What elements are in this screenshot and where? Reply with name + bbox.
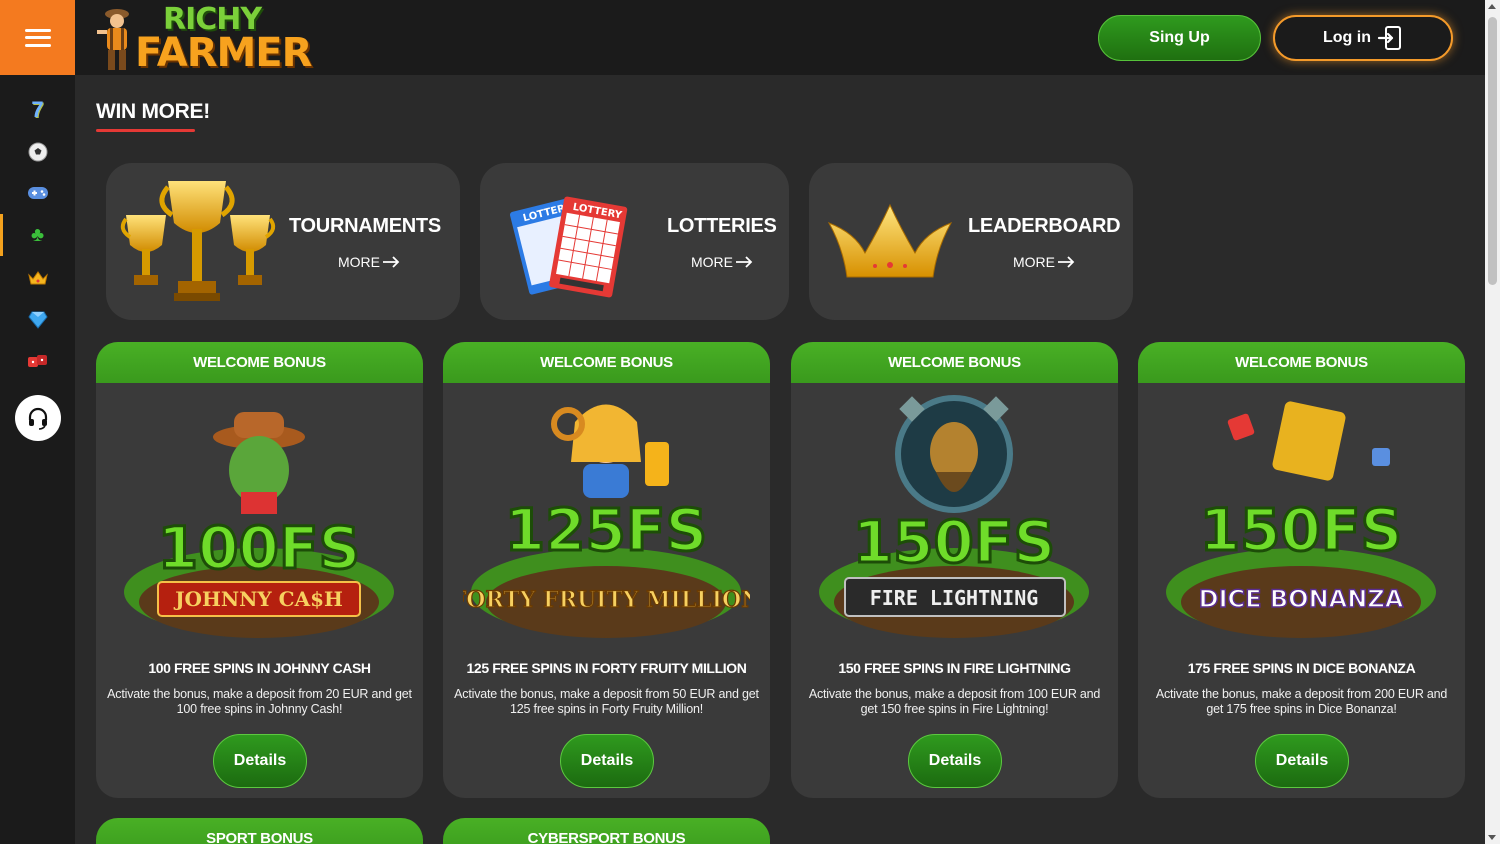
arrow-right-icon (383, 256, 400, 268)
log-in-label: Log in (1323, 29, 1371, 46)
more-label: MORE (1013, 254, 1055, 270)
bonus-card: WELCOME BONUS 150FS DICE BONANZA 175 FRE… (1138, 342, 1465, 798)
bonus-description: Activate the bonus, make a deposit from … (1155, 687, 1448, 716)
logo-word-farmer: FARMER (135, 30, 312, 76)
site-logo[interactable]: RICHY FARMER (95, 2, 312, 76)
bonus-card: WELCOME BONUS 150FS FIRE LIGHTNING 150 F… (791, 342, 1118, 798)
bonus-card-band: WELCOME BONUS (1138, 342, 1465, 383)
bonus-card: WELCOME BONUS 125FS FORTY FRUITY MILLION… (443, 342, 770, 798)
bonus-big-number: 150FS (1200, 496, 1402, 564)
bonus-game-logo: FORTY FRUITY MILLION (463, 587, 750, 613)
farmer-mascot-icon (97, 9, 129, 70)
promo-lotteries[interactable]: LOTTERY LOTTERY LOTTERIES MORE (480, 163, 789, 320)
scrollbar-thumb[interactable] (1488, 17, 1497, 285)
promo-leaderboard-title: LEADERBOARD (968, 215, 1121, 237)
arrow-right-icon (736, 256, 753, 268)
bonus-description: Activate the bonus, make a deposit from … (808, 687, 1101, 716)
bonus-card-band: WELCOME BONUS (791, 342, 1118, 383)
log-in-button[interactable]: Log in (1273, 15, 1453, 61)
bonus-game-logo: JOHNNY CA$H (173, 587, 343, 611)
promo-leaderboard-more-link[interactable]: MORE (1013, 254, 1075, 270)
sidebar-item-vip[interactable] (0, 260, 75, 296)
diamond-icon (27, 311, 48, 329)
promo-tournaments-title: TOURNAMENTS (289, 215, 441, 237)
bonus-game-artwork: 100FS JOHNNY CA$H (124, 412, 394, 638)
bonus-game-logo: FIRE LIGHTNING (870, 586, 1039, 610)
support-chat-button[interactable] (15, 395, 61, 441)
trophies-icon (120, 181, 276, 301)
scroll-down-arrow-icon[interactable] (1488, 835, 1496, 840)
bonus-card: WELCOME BONUS 100FS JOHNNY CA$H 100 FREE… (96, 342, 423, 798)
bonus-details-button[interactable]: Details (1255, 734, 1349, 788)
more-label: MORE (691, 254, 733, 270)
bonus-title: 175 FREE SPINS IN DICE BONANZA (1187, 660, 1416, 676)
sidebar-item-slots[interactable]: 7 (0, 92, 75, 128)
bonus-game-artwork: 150FS DICE BONANZA (1166, 401, 1436, 638)
hamburger-icon (24, 28, 51, 47)
bonus-description: Activate the bonus, make a deposit from … (107, 687, 412, 716)
promo-tournaments-more-link[interactable]: MORE (338, 254, 400, 270)
section-title: WIN MORE! (96, 100, 210, 123)
sign-up-button[interactable]: Sing Up (1098, 15, 1261, 61)
sidebar-item-sports[interactable] (0, 134, 75, 170)
page-scrollbar[interactable] (1485, 0, 1500, 844)
hamburger-menu-button[interactable] (0, 0, 75, 75)
bonus-title: 150 FREE SPINS IN FIRE LIGHTNING (838, 660, 1071, 676)
promo-leaderboard[interactable]: LEADERBOARD MORE (809, 163, 1133, 320)
gamepad-icon (27, 187, 48, 199)
section-title-underline (96, 129, 195, 132)
sidebar-item-jackpots[interactable] (0, 302, 75, 338)
dice-icon (27, 355, 47, 367)
bonus-big-number: 125FS (505, 496, 707, 564)
crown-icon (827, 203, 953, 278)
bonus-game-logo: DICE BONANZA (1199, 585, 1404, 613)
bonus-game-artwork: 150FS FIRE LIGHTNING (819, 395, 1089, 638)
promo-tournaments[interactable]: TOURNAMENTS MORE (106, 163, 460, 320)
bonus-title: 100 FREE SPINS IN JOHNNY CASH (148, 660, 371, 676)
more-label: MORE (338, 254, 380, 270)
sidebar-item-casino[interactable]: ♣ (0, 214, 75, 256)
soccer-ball-icon (28, 142, 47, 162)
bonus-big-number: 150FS (853, 508, 1055, 576)
crown-icon (27, 271, 48, 285)
bonus-card-cybersport: CYBERSPORT BONUS (443, 818, 770, 844)
top-header: RICHY FARMER Sing Up Log in (0, 0, 1485, 76)
bonus-details-button[interactable]: Details (908, 734, 1002, 788)
promo-lotteries-more-link[interactable]: MORE (691, 254, 753, 270)
headset-icon (28, 407, 48, 430)
slot-seven-icon: 7 (31, 97, 44, 122)
sidebar-item-table-games[interactable] (0, 343, 75, 379)
bonus-card-sport: SPORT BONUS (96, 818, 423, 844)
bonus-card-band: WELCOME BONUS (96, 342, 423, 383)
clover-icon: ♣ (30, 223, 45, 246)
bonus-big-number: 100FS (158, 514, 360, 582)
bonus-details-button[interactable]: Details (560, 734, 654, 788)
lottery-tickets-icon: LOTTERY LOTTERY (509, 196, 628, 298)
bonus-description: Activate the bonus, make a deposit from … (454, 687, 759, 716)
bonus-title: 125 FREE SPINS IN FORTY FRUITY MILLION (466, 660, 747, 676)
promo-lotteries-title: LOTTERIES (667, 215, 777, 237)
bonus-game-artwork: 125FS FORTY FRUITY MILLION (463, 404, 750, 638)
sidebar-item-esports[interactable] (0, 175, 75, 211)
bonus-details-button[interactable]: Details (213, 734, 307, 788)
scroll-up-arrow-icon[interactable] (1488, 4, 1496, 9)
left-sidebar: 7 ♣ (0, 75, 75, 844)
login-arrow-icon (1377, 26, 1401, 50)
bonus-card-band: WELCOME BONUS (443, 342, 770, 383)
arrow-right-icon (1058, 256, 1075, 268)
